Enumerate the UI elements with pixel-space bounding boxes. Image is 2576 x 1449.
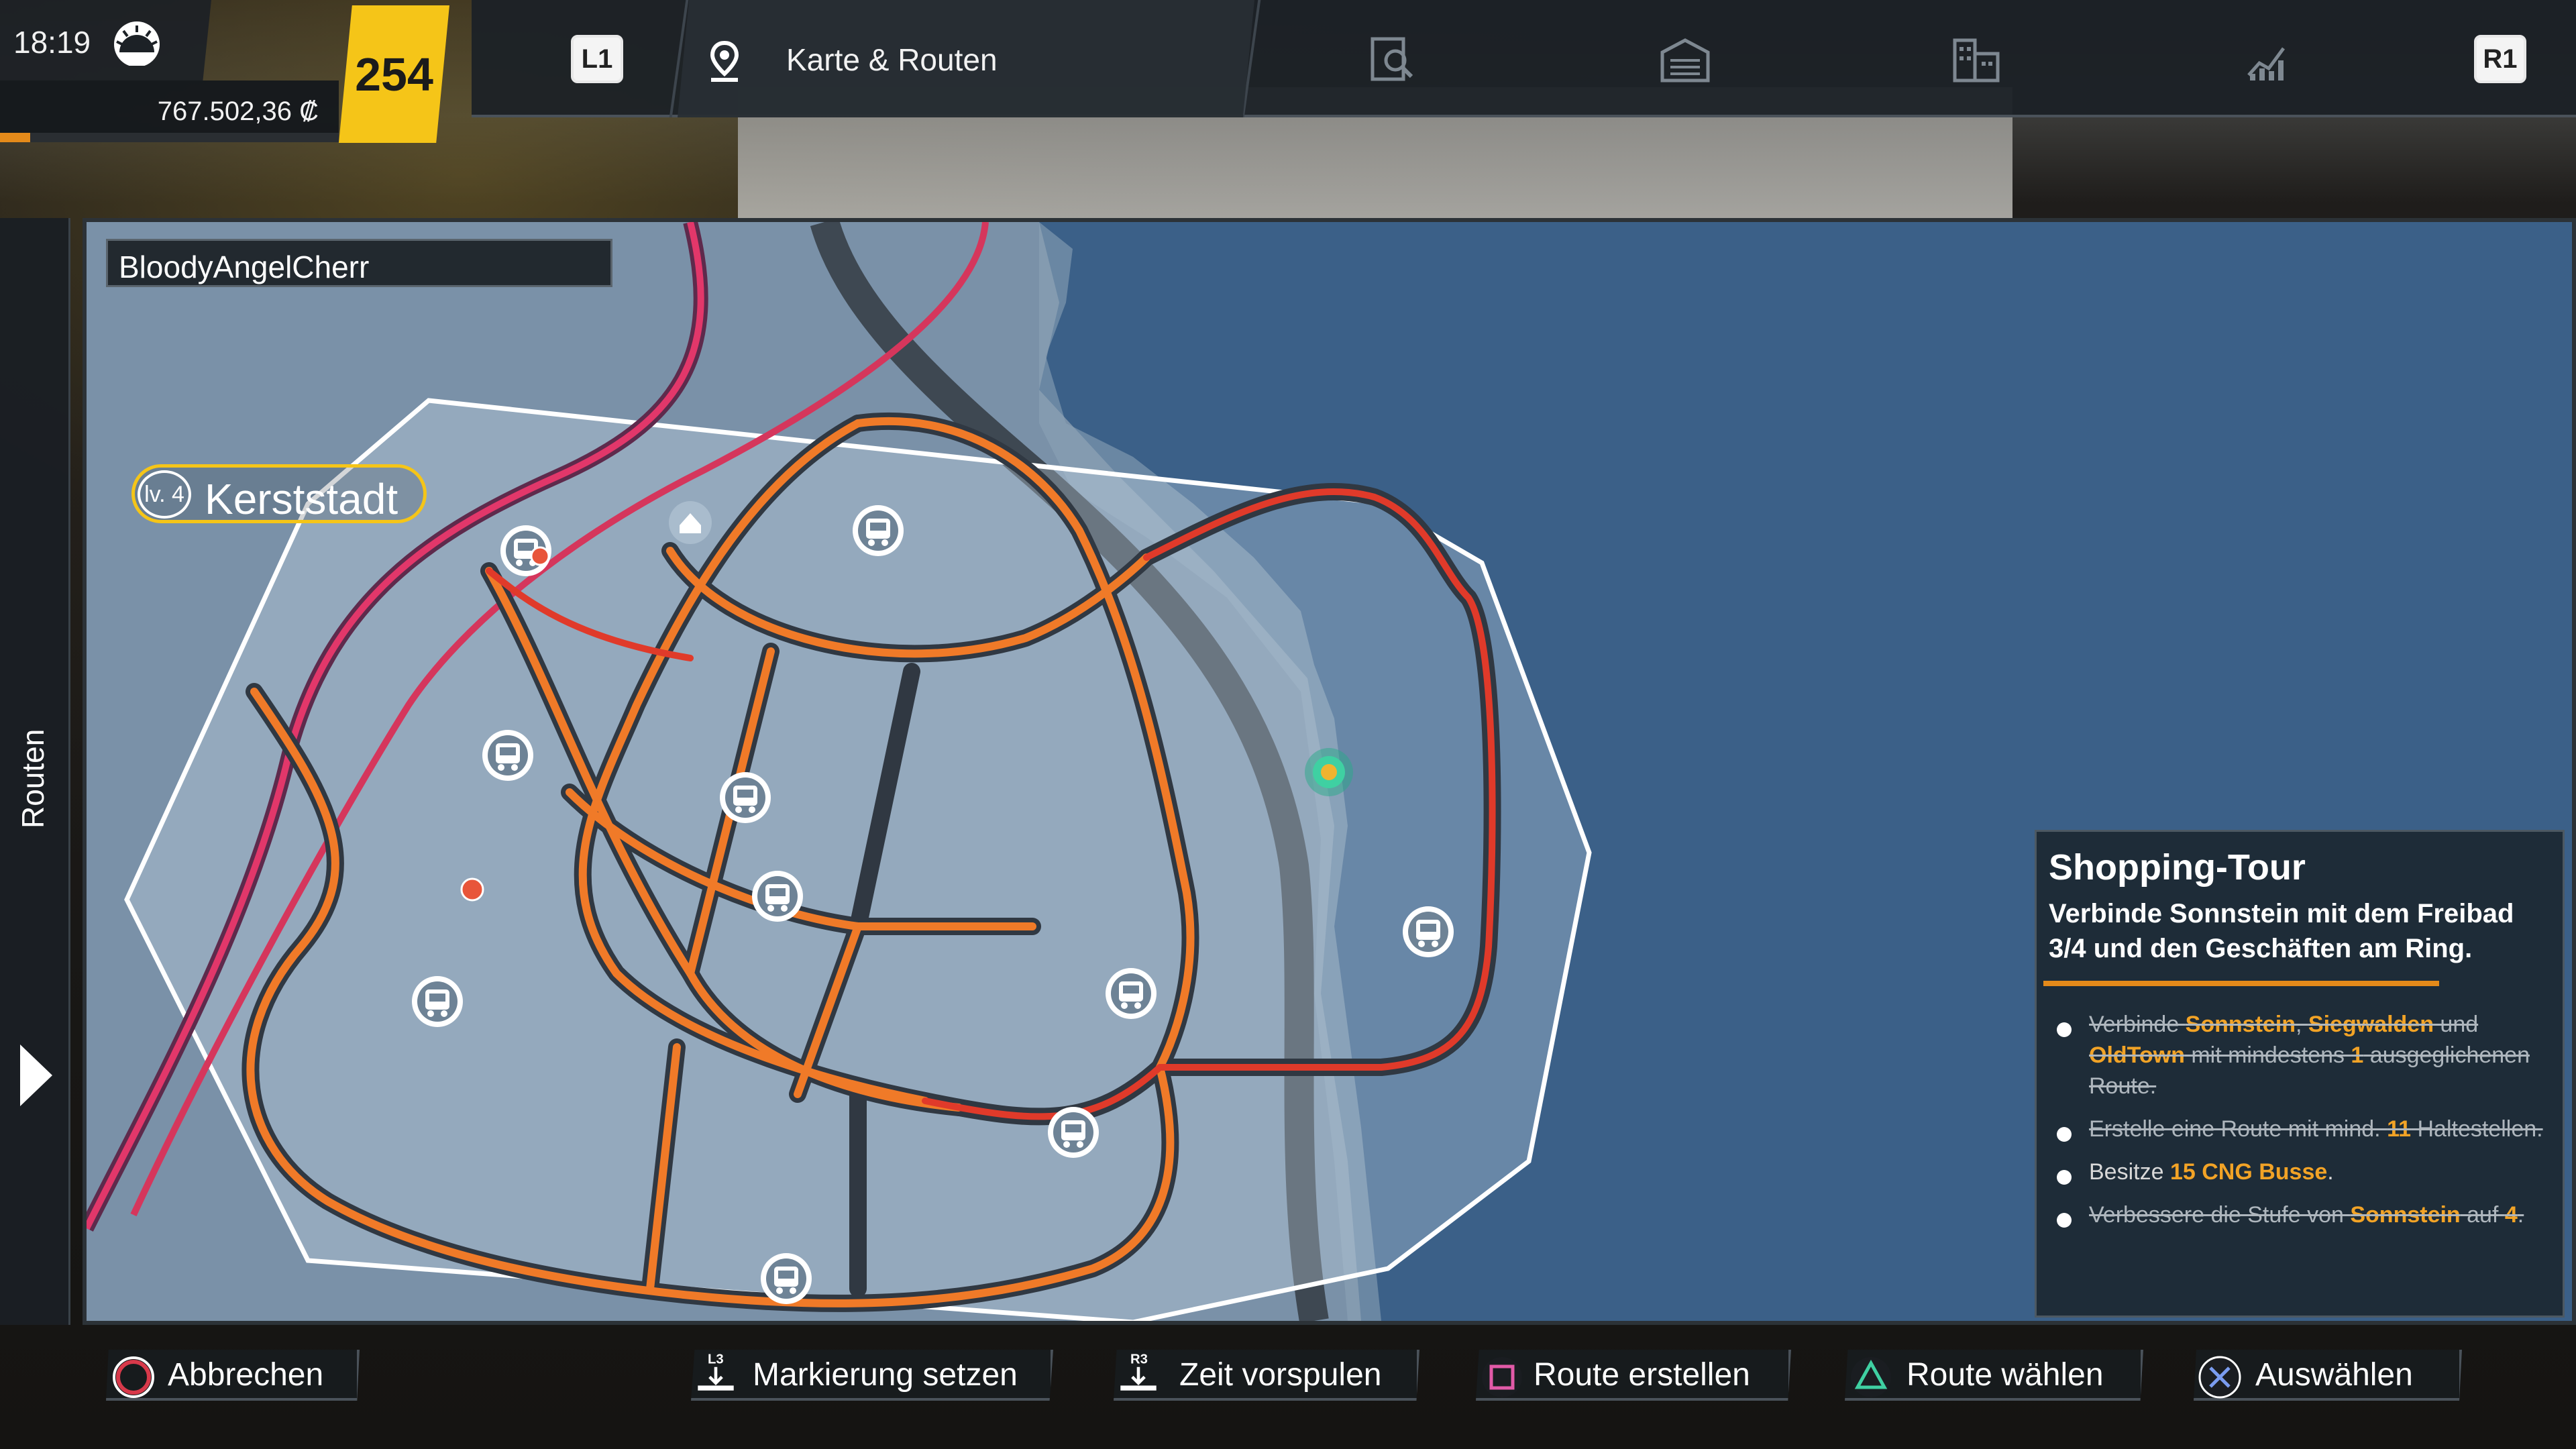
quest-description: Verbinde Sonnstein mit dem Freibad 3/4 u… xyxy=(2049,899,2514,963)
quest-task-text: Verbinde xyxy=(2089,1012,2186,1037)
r3-stick-icon: R3 xyxy=(1120,1352,1157,1391)
depot-icon[interactable] xyxy=(1658,34,1712,87)
set-marker-label: Markierung setzen xyxy=(753,1357,1018,1393)
quest-task-highlight: 1 xyxy=(2351,1042,2364,1068)
routes-side-tab[interactable]: Routen xyxy=(0,218,70,1325)
sun-icon xyxy=(114,21,160,66)
warning-marker-icon xyxy=(460,877,484,902)
select-button[interactable]: Auswählen xyxy=(2194,1350,2462,1401)
quest-task-highlight: 15 CNG Busse xyxy=(2169,1159,2328,1185)
quest-task-text: Verbessere die Stufe von xyxy=(2089,1202,2351,1228)
quest-task-text: Erstelle eine Route mit mind. xyxy=(2089,1116,2387,1142)
city-label[interactable]: lv. 4 Kerststadt xyxy=(131,464,427,523)
choose-route-label: Route wählen xyxy=(1907,1357,2104,1393)
city-name: Kerststadt xyxy=(205,475,398,523)
alert-marker-icon xyxy=(530,546,550,566)
quest-task-highlight: Siegwalden xyxy=(2308,1012,2434,1037)
r1-button[interactable]: R1 xyxy=(2474,35,2526,83)
map-pin-icon xyxy=(710,40,739,82)
create-route-button[interactable]: Route erstellen xyxy=(1476,1350,1791,1401)
expand-arrow-icon[interactable] xyxy=(20,1044,52,1106)
xp-progress-fill xyxy=(0,133,31,142)
svg-text:L3: L3 xyxy=(708,1352,724,1366)
l1-button[interactable]: L1 xyxy=(571,35,623,83)
quest-panel: Shopping-Tour Verbinde Sonnstein mit dem… xyxy=(2035,830,2565,1318)
clock-time: 18:19 xyxy=(13,25,91,60)
depot-marker-icon xyxy=(669,501,712,544)
quest-task-text: mit mindestens xyxy=(2184,1042,2351,1068)
quest-task-item: Verbinde Sonnstein, Siegwalden und OldTo… xyxy=(2057,1009,2546,1102)
quest-task-highlight: OldTown xyxy=(2089,1042,2185,1068)
quest-task-item: Erstelle eine Route mit mind. 11 Haltest… xyxy=(2057,1114,2546,1144)
clock-panel: 18:19 xyxy=(0,0,211,80)
player-name: BloodyAngelCherr xyxy=(119,250,370,284)
cross-button-icon xyxy=(2198,1356,2241,1399)
buildings-icon[interactable] xyxy=(1949,34,2003,87)
quest-task-text: Haltestellen. xyxy=(2411,1116,2543,1142)
set-marker-button[interactable]: L3 Markierung setzen xyxy=(691,1350,1053,1401)
quest-task-text: und xyxy=(2433,1012,2479,1037)
quest-task-highlight: Sonnstein xyxy=(2350,1202,2461,1228)
cancel-label: Abbrechen xyxy=(168,1357,324,1393)
target-marker-icon xyxy=(1305,748,1353,796)
tab-map-routes-label: Karte & Routen xyxy=(786,42,998,77)
quest-task-text: . xyxy=(2517,1202,2524,1228)
routes-side-label: Routen xyxy=(15,729,50,828)
quest-task-text: , xyxy=(2296,1012,2308,1037)
quest-task-highlight: Sonnstein xyxy=(2185,1012,2296,1037)
quest-task-text: . xyxy=(2327,1159,2334,1185)
city-level-badge: lv. 4 xyxy=(138,470,191,519)
quest-task-text: auf xyxy=(2460,1202,2505,1228)
quest-title: Shopping-Tour xyxy=(2049,847,2306,888)
xp-progress-bar xyxy=(0,133,339,142)
cancel-button[interactable]: Abbrechen xyxy=(106,1350,360,1401)
quest-task-item: Verbessere die Stufe von Sonnstein auf 4… xyxy=(2057,1199,2546,1230)
select-label: Auswählen xyxy=(2255,1357,2413,1393)
fast-forward-label: Zeit vorspulen xyxy=(1179,1357,1382,1393)
choose-route-button[interactable]: Route wählen xyxy=(1845,1350,2143,1401)
stats-icon[interactable] xyxy=(2242,34,2296,87)
quest-task-text: Besitze xyxy=(2089,1159,2170,1185)
quest-task-list: Verbinde Sonnstein, Siegwalden und OldTo… xyxy=(2057,1009,2546,1242)
player-level-badge: 254 xyxy=(339,5,449,143)
quest-task-highlight: 11 xyxy=(2387,1116,2412,1142)
square-button-icon xyxy=(1482,1357,1522,1397)
l3-stick-icon: L3 xyxy=(698,1352,734,1391)
money-value: 767.502,36 ₡ xyxy=(157,97,319,126)
circle-button-icon xyxy=(113,1356,154,1398)
create-route-label: Route erstellen xyxy=(1534,1357,1750,1393)
triangle-button-icon xyxy=(1851,1357,1891,1397)
inspect-icon[interactable] xyxy=(1366,34,1419,87)
player-name-box: BloodyAngelCherr xyxy=(106,239,612,287)
quest-task-highlight: 4 xyxy=(2504,1202,2518,1228)
svg-text:R3: R3 xyxy=(1130,1352,1148,1366)
quest-underline xyxy=(2043,981,2439,986)
fast-forward-button[interactable]: R3 Zeit vorspulen xyxy=(1114,1350,1419,1401)
quest-task-item: Besitze 15 CNG Busse. xyxy=(2057,1157,2546,1187)
